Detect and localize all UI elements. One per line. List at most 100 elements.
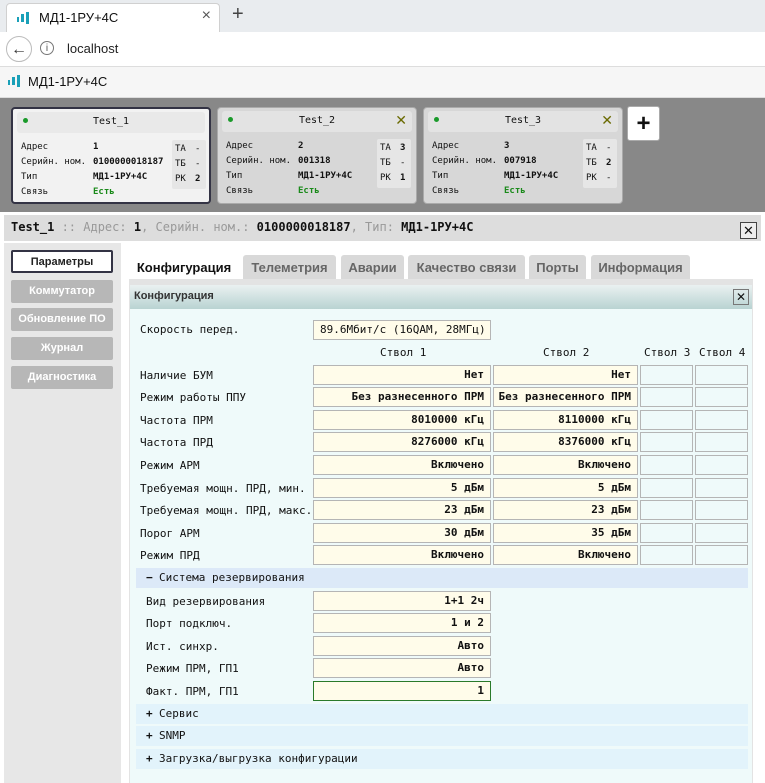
- ta-value: -: [195, 144, 201, 154]
- speed-field[interactable]: 89.6Мбит/с (16QAM, 28МГц): [313, 320, 491, 340]
- value-field[interactable]: 23 дБм: [313, 500, 491, 520]
- value-field[interactable]: 1+1 2ч: [313, 591, 491, 611]
- device-name: Test_3: [504, 115, 542, 126]
- value-field[interactable]: [695, 478, 748, 498]
- row-label: Частота ПРД: [140, 436, 213, 449]
- addr-label: Адрес: [226, 141, 254, 151]
- addr-value: 2: [298, 141, 304, 151]
- tab-ports[interactable]: Порты: [529, 255, 586, 279]
- row-label: Режим работы ППУ: [140, 391, 246, 404]
- tab-alarms[interactable]: Аварии: [341, 255, 404, 279]
- value-field[interactable]: Нет: [313, 365, 491, 385]
- addr-value: 1: [93, 142, 99, 152]
- row-label: Ист. синхр.: [146, 640, 219, 653]
- link-label: Связь: [226, 186, 254, 196]
- value-field[interactable]: [640, 523, 693, 543]
- ta-value: 3: [400, 143, 406, 153]
- value-field[interactable]: Включено: [313, 455, 491, 475]
- value-field[interactable]: Нет: [493, 365, 638, 385]
- section-service[interactable]: + Сервис: [136, 704, 748, 724]
- device-counters: ТА - ТБ - РК 2: [172, 140, 206, 189]
- info-icon[interactable]: i: [40, 41, 54, 55]
- info-addr: 1: [133, 220, 142, 234]
- collapse-icon: −: [146, 571, 153, 584]
- value-field[interactable]: [640, 500, 693, 520]
- remove-device-icon[interactable]: ✕: [601, 112, 613, 129]
- menu-item-switch[interactable]: Коммутатор: [11, 280, 113, 303]
- value-field[interactable]: [695, 545, 748, 565]
- value-field[interactable]: 35 дБм: [493, 523, 638, 543]
- value-field[interactable]: [695, 455, 748, 475]
- row-label: Вид резервирования: [146, 595, 266, 608]
- browser-tab-close-icon[interactable]: ×: [202, 7, 211, 25]
- new-tab-button[interactable]: +: [232, 3, 244, 26]
- value-field[interactable]: 1: [313, 681, 491, 701]
- browser-tab-title: МД1-1РУ+4С: [39, 10, 119, 25]
- app-header: МД1-1РУ+4С: [0, 67, 765, 98]
- value-field[interactable]: Без разнесенного ПРМ: [493, 387, 638, 407]
- value-field[interactable]: Включено: [493, 545, 638, 565]
- type-label: Тип: [226, 171, 243, 181]
- value-field[interactable]: Включено: [493, 455, 638, 475]
- tab-configuration[interactable]: Конфигурация: [129, 255, 239, 279]
- device-card[interactable]: Test_3 ✕ Адрес 3 Серийн. ном. 007918 Тип…: [423, 107, 623, 204]
- value-field[interactable]: [695, 410, 748, 430]
- value-field[interactable]: [640, 410, 693, 430]
- value-field[interactable]: 8376000 кГц: [493, 432, 638, 452]
- value-field[interactable]: 5 дБм: [313, 478, 491, 498]
- close-device-button[interactable]: ✕: [740, 222, 757, 239]
- tab-telemetry[interactable]: Телеметрия: [243, 255, 336, 279]
- section-reserve[interactable]: − Система резервирования: [136, 568, 748, 588]
- section-snmp[interactable]: + SNMP: [136, 726, 748, 746]
- tab-link-quality[interactable]: Качество связи: [408, 255, 525, 279]
- menu-item-log[interactable]: Журнал: [11, 337, 113, 360]
- value-field[interactable]: [640, 478, 693, 498]
- value-field[interactable]: [695, 387, 748, 407]
- panel-close-button[interactable]: ✕: [733, 289, 749, 305]
- value-field[interactable]: [695, 500, 748, 520]
- value-field[interactable]: 8110000 кГц: [493, 410, 638, 430]
- value-field[interactable]: [640, 365, 693, 385]
- link-value: Есть: [298, 186, 320, 196]
- value-field[interactable]: 1 и 2: [313, 613, 491, 633]
- link-value: Есть: [504, 186, 526, 196]
- value-field[interactable]: [695, 365, 748, 385]
- value-field[interactable]: 23 дБм: [493, 500, 638, 520]
- add-device-button[interactable]: +: [627, 106, 660, 141]
- menu-item-diagnostics[interactable]: Диагностика: [11, 366, 113, 389]
- rk-label: РК: [380, 173, 391, 183]
- value-field[interactable]: Включено: [313, 545, 491, 565]
- value-field[interactable]: [640, 387, 693, 407]
- device-card[interactable]: Test_1 Адрес 1 Серийн. ном. 010000001818…: [11, 107, 211, 204]
- value-field[interactable]: 30 дБм: [313, 523, 491, 543]
- value-field[interactable]: Авто: [313, 658, 491, 678]
- device-name: Test_1: [92, 116, 130, 127]
- remove-device-icon[interactable]: ✕: [395, 112, 407, 129]
- device-card[interactable]: Test_2 ✕ Адрес 2 Серийн. ном. 001318 Тип…: [217, 107, 417, 204]
- device-info-bar: Test_1 :: Адрес: 1, Серийн. ном.: 010000…: [4, 215, 761, 241]
- value-field[interactable]: [640, 545, 693, 565]
- browser-tab[interactable]: МД1-1РУ+4С ×: [6, 3, 220, 32]
- section-config-io[interactable]: + Загрузка/выгрузка конфигурации: [136, 749, 748, 769]
- row-label: Частота ПРМ: [140, 414, 213, 427]
- serial-label: Серийн. ном.: [226, 156, 292, 166]
- menu-item-parameters[interactable]: Параметры: [11, 250, 113, 273]
- value-field[interactable]: [640, 432, 693, 452]
- value-field[interactable]: [695, 432, 748, 452]
- url-field[interactable]: localhost: [67, 41, 118, 56]
- tab-information[interactable]: Информация: [591, 255, 690, 279]
- value-field[interactable]: [695, 523, 748, 543]
- menu-item-update[interactable]: Обновление ПО: [11, 308, 113, 331]
- value-field[interactable]: 8276000 кГц: [313, 432, 491, 452]
- panel-header: Конфигурация ✕: [130, 285, 752, 309]
- back-arrow-icon[interactable]: ←: [6, 36, 32, 62]
- value-field[interactable]: 5 дБм: [493, 478, 638, 498]
- app-logo-icon: [8, 75, 20, 87]
- value-field[interactable]: Авто: [313, 636, 491, 656]
- value-field[interactable]: Без разнесенного ПРМ: [313, 387, 491, 407]
- value-field[interactable]: 8010000 кГц: [313, 410, 491, 430]
- value-field[interactable]: [640, 455, 693, 475]
- column-header-2: Ствол 2: [543, 346, 590, 359]
- serial-value: 0100000018187: [93, 157, 164, 167]
- speed-label: Скорость перед.: [140, 323, 240, 336]
